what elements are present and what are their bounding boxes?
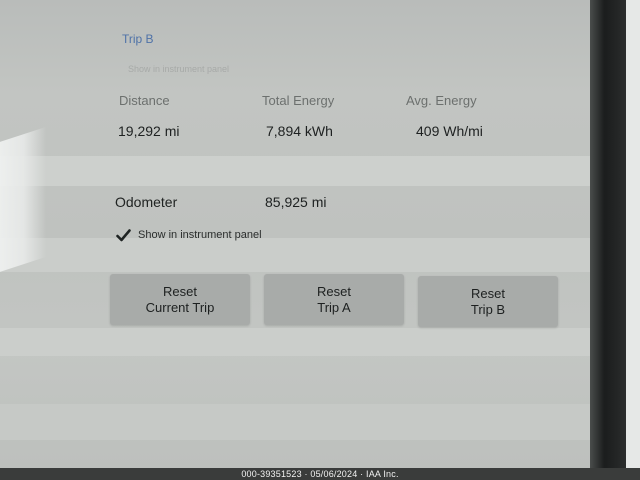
trip-section-title: Trip B xyxy=(122,32,154,46)
reset-trip-b-button[interactable]: Reset Trip B xyxy=(418,276,558,327)
reflection-band xyxy=(0,238,600,272)
avg-energy-label: Avg. Energy xyxy=(406,93,477,108)
total-energy-value: 7,894 kWh xyxy=(266,123,333,139)
touchscreen: Trip B Show in instrument panel Distance… xyxy=(0,0,600,468)
button-label-line1: Reset xyxy=(317,283,351,299)
odometer-label: Odometer xyxy=(115,194,178,210)
reflection-band xyxy=(0,404,600,440)
button-label-line2: Trip B xyxy=(470,301,506,317)
reset-trip-a-button[interactable]: Reset Trip A xyxy=(264,274,404,325)
checkmark-icon xyxy=(116,228,131,241)
total-energy-label: Total Energy xyxy=(262,93,335,108)
avg-energy-value: 409 Wh/mi xyxy=(416,123,483,139)
odometer-value: 85,925 mi xyxy=(265,194,327,210)
dashboard-edge xyxy=(626,0,640,468)
instrument-panel-option[interactable]: Show in instrument panel xyxy=(115,226,262,244)
light-glare xyxy=(0,126,46,276)
watermark-footer: 000-39351523 · 05/06/2024 · IAA Inc. xyxy=(0,468,640,480)
screen-bezel xyxy=(590,0,626,468)
instrument-panel-checkbox[interactable] xyxy=(115,227,132,244)
button-label-line2: Current Trip xyxy=(145,299,215,315)
distance-label: Distance xyxy=(119,93,170,108)
instrument-panel-label: Show in instrument panel xyxy=(138,229,262,241)
faded-instrument-hint: Show in instrument panel xyxy=(128,64,230,74)
button-label-line1: Reset xyxy=(163,283,197,299)
reflection-band xyxy=(0,156,600,186)
button-label-line2: Trip A xyxy=(317,299,351,315)
reflection-band xyxy=(0,328,600,356)
reset-current-trip-button[interactable]: Reset Current Trip xyxy=(110,274,250,325)
button-label-line1: Reset xyxy=(471,285,505,301)
distance-value: 19,292 mi xyxy=(118,123,180,139)
